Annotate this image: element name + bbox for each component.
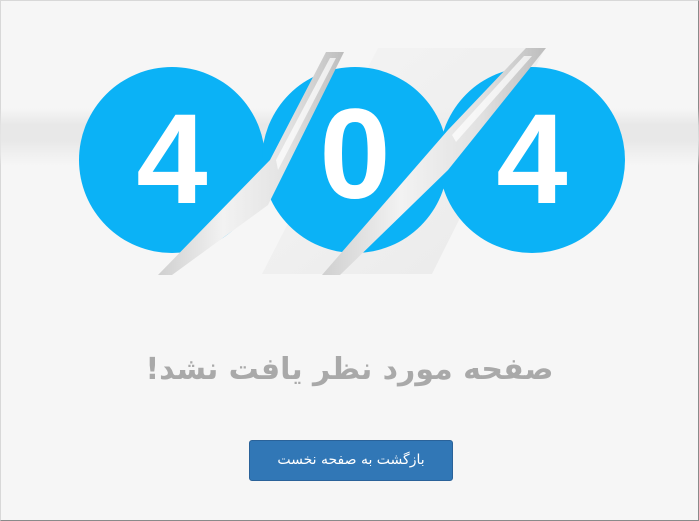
error-message: صفحه مورد نظر یافت نشد! <box>145 352 554 387</box>
back-to-home-button[interactable]: بازگشت به صفحه نخست <box>249 440 453 481</box>
digit-second: 0 <box>319 83 390 226</box>
digit-first: 4 <box>136 88 207 231</box>
digit-third: 4 <box>496 88 567 231</box>
error-404-graphic: 4 0 4 <box>79 48 625 275</box>
